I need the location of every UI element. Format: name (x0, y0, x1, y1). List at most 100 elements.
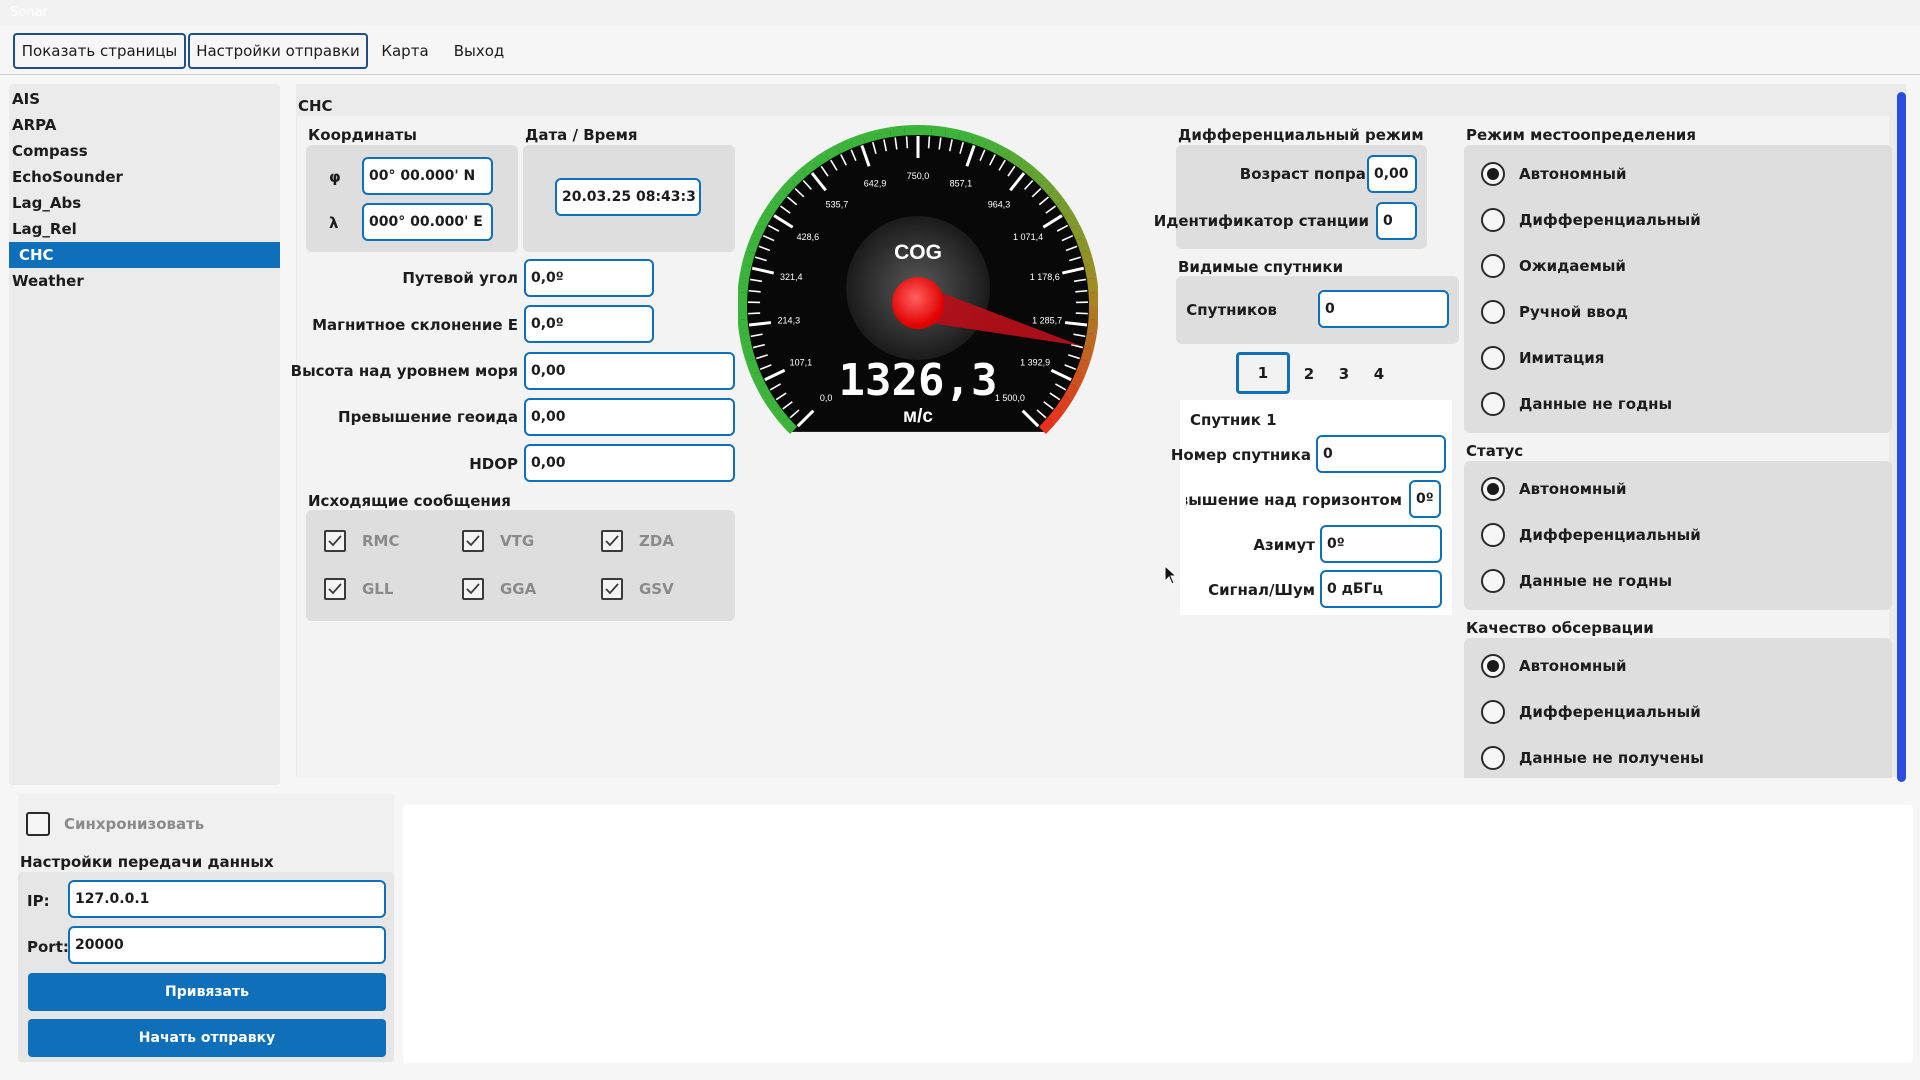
outgoing-title: Исходящие сообщения (308, 492, 511, 510)
gll-label: GLL (362, 580, 394, 598)
gauge-band-segment (1084, 263, 1097, 280)
gauge-band-segment (738, 305, 748, 321)
device-list: AIS ARPA Compass EchoSounder Lag_Abs Lag… (9, 84, 280, 785)
sat-azimuth-label: Азимут (1253, 536, 1315, 554)
bind-button[interactable]: Привязать (28, 973, 386, 1011)
gauge-needle-hub (892, 277, 944, 329)
gauge-band-segment (790, 168, 807, 186)
longitude-field[interactable] (362, 203, 493, 241)
gauge-band-segment (763, 395, 780, 413)
sidebar-item-ais[interactable]: AIS (9, 86, 280, 112)
cog-gauge: 0,0 107,1 214,3 321,4 428,6 535,7 642,9 750,0 85… (738, 125, 1098, 434)
mode-radio-differential[interactable] (1481, 208, 1505, 232)
sidebar-item-chs[interactable]: СНС (9, 242, 280, 268)
log-output-area[interactable] (403, 805, 1913, 1063)
send-settings-button[interactable]: Настройки отправки (188, 33, 368, 69)
gauge-tick-label: 964,3 (988, 199, 1011, 209)
status-radio-invalid[interactable] (1481, 569, 1505, 593)
rmc-checkbox[interactable] (324, 530, 346, 552)
quality-radio-not-received[interactable] (1481, 746, 1505, 770)
quality-radio-differential[interactable] (1481, 700, 1505, 724)
gauge-band-segment (1056, 199, 1073, 217)
port-label: Port: (27, 938, 69, 956)
mag-decl-field[interactable] (524, 305, 654, 343)
mode-radio-simulation[interactable] (1481, 346, 1505, 370)
gauge-title: COG (894, 241, 942, 264)
sat-count-field[interactable] (1318, 290, 1449, 328)
datetime-field[interactable] (555, 178, 701, 216)
gauge-band-segment (823, 144, 841, 161)
gsv-checkbox[interactable] (601, 578, 623, 600)
sidebar-item-echosounder[interactable]: EchoSounder (9, 164, 280, 190)
mode-radio-manual[interactable] (1481, 300, 1505, 324)
sat-tab-2[interactable]: 2 (1292, 357, 1326, 391)
gga-label: GGA (500, 580, 537, 598)
vertical-scrollbar[interactable] (1897, 92, 1906, 782)
sidebar-item-lag-rel[interactable]: Lag_Rel (9, 216, 280, 242)
gauge-band-segment (811, 151, 829, 168)
sync-checkbox[interactable] (26, 812, 50, 836)
gauge-tick-label: 321,4 (780, 272, 803, 282)
status-label-differential: Дифференциальный (1519, 526, 1701, 544)
net-settings-title: Настройки передачи данных (20, 853, 274, 871)
sidebar-item-lag-abs[interactable]: Lag_Abs (9, 190, 280, 216)
gauge-band-segment (1088, 305, 1098, 321)
hdop-field[interactable] (524, 444, 735, 482)
exit-menu-item[interactable]: Выход (448, 33, 510, 69)
station-id-field[interactable] (1376, 202, 1417, 240)
zda-label: ZDA (639, 532, 674, 550)
mode-radio-invalid[interactable] (1481, 392, 1505, 416)
gauge-unit: м/с (903, 406, 933, 427)
quality-radio-autonomous[interactable] (1481, 654, 1505, 678)
mode-title: Режим местоопределения (1466, 126, 1696, 144)
gauge-band-segment (1088, 291, 1098, 307)
gauge-tick-label: 857,1 (950, 178, 973, 188)
altitude-field[interactable] (524, 352, 735, 390)
map-menu-item[interactable]: Карта (378, 33, 432, 69)
sat-tab-1[interactable]: 1 (1236, 352, 1290, 394)
gga-checkbox[interactable] (462, 578, 484, 600)
check-icon (466, 535, 480, 547)
sat-tab-3[interactable]: 3 (1327, 357, 1361, 391)
sat-number-field[interactable] (1316, 435, 1446, 473)
sat-tab-4[interactable]: 4 (1362, 357, 1396, 391)
gauge-band-segment (1063, 211, 1080, 229)
title-bar: Sonar (0, 0, 1920, 26)
status-radio-differential[interactable] (1481, 523, 1505, 547)
gauge-minor-tick (927, 136, 931, 149)
gauge-minor-tick (1075, 289, 1088, 293)
gauge-band-segment (750, 371, 766, 389)
zda-checkbox[interactable] (601, 530, 623, 552)
vtg-checkbox[interactable] (462, 530, 484, 552)
start-sending-button[interactable]: Начать отправку (28, 1019, 386, 1057)
ip-field[interactable] (68, 880, 386, 918)
mouse-cursor-icon (1164, 565, 1178, 585)
sidebar-item-arpa[interactable]: ARPA (9, 112, 280, 138)
status-radio-autonomous[interactable] (1481, 477, 1505, 501)
gauge-band-segment (1063, 383, 1080, 401)
show-pages-button[interactable]: Показать страницы (13, 33, 186, 69)
gauge-band-segment (1080, 250, 1094, 267)
gauge-tick-label: 1 285,7 (1032, 316, 1062, 326)
mode-radio-autonomous[interactable] (1481, 162, 1505, 186)
diff-age-field[interactable] (1367, 155, 1417, 193)
gauge-band-segment (875, 127, 892, 140)
gauge-band-segment (1080, 345, 1094, 362)
latitude-field[interactable] (362, 157, 493, 195)
sat-elev-field[interactable] (1409, 480, 1441, 518)
geoid-field[interactable] (524, 398, 735, 436)
course-field[interactable] (524, 259, 654, 297)
mode-label-autonomous: Автономный (1519, 165, 1627, 183)
window-title: Sonar (10, 5, 48, 20)
mode-label-simulation: Имитация (1519, 349, 1605, 367)
sat-azimuth-field[interactable] (1320, 525, 1442, 563)
mode-radio-expected[interactable] (1481, 254, 1505, 278)
sidebar-item-compass[interactable]: Compass (9, 138, 280, 164)
sat-snr-field[interactable] (1320, 570, 1442, 608)
gauge-value: 1326,3 (839, 355, 998, 406)
sidebar-item-weather[interactable]: Weather (9, 268, 280, 294)
mag-decl-label: Магнитное склонение E (312, 316, 518, 334)
gll-checkbox[interactable] (324, 578, 346, 600)
gauge-band-segment (739, 332, 752, 349)
port-field[interactable] (68, 926, 386, 964)
